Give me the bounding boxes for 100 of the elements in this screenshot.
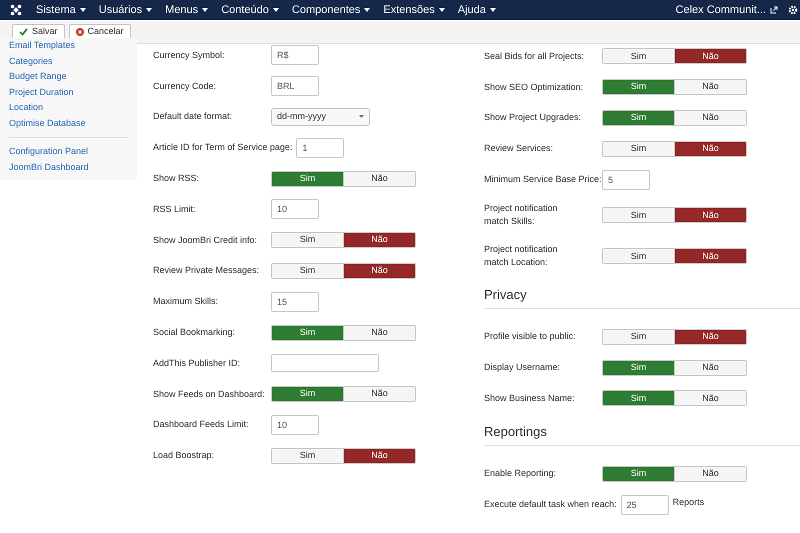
nav-menu[interactable]: Usuários — [98, 2, 152, 18]
no-option[interactable]: Não — [674, 49, 746, 64]
yes-option[interactable]: Sim — [272, 387, 343, 402]
field-label: RSS Limit: — [153, 202, 197, 216]
text-field[interactable] — [271, 354, 379, 372]
text-field[interactable]: 1 — [296, 138, 344, 158]
no-option[interactable]: Não — [343, 448, 415, 463]
field-label: AddThis Publisher ID: — [153, 356, 242, 370]
nav-menu[interactable]: Conteúdo — [221, 2, 279, 18]
nav-menu[interactable]: Menus — [165, 2, 208, 18]
yes-option[interactable]: Sim — [603, 142, 674, 156]
no-option[interactable]: Não — [674, 110, 746, 125]
sidebar-link[interactable]: Budget Range — [9, 69, 128, 84]
field-label: Seal Bids for all Projects: — [484, 50, 586, 63]
field-label: Review Private Messages: — [153, 264, 260, 278]
field-label: Profile visible to public: — [484, 330, 577, 344]
caret-icon — [364, 8, 370, 12]
field-label: Show RSS: — [153, 172, 200, 186]
no-option[interactable]: Não — [674, 142, 746, 156]
field-suffix: Reports — [672, 496, 704, 509]
sidebar-link[interactable]: Location — [9, 100, 128, 116]
yes-option[interactable]: Sim — [603, 208, 674, 222]
no-option[interactable]: Não — [674, 391, 746, 406]
yes-option[interactable]: Sim — [603, 249, 674, 264]
field-label: Social Bookmarking: — [153, 326, 236, 340]
field-label: Default date format: — [153, 110, 234, 124]
yes-option[interactable]: Sim — [272, 264, 343, 278]
field-label: Show JoomBri Credit info: — [153, 234, 258, 247]
section-heading: Reportings — [484, 422, 800, 446]
field-label: Maximum Skills: — [153, 295, 220, 308]
yes-option[interactable]: Sim — [272, 172, 343, 186]
text-field[interactable]: 10 — [271, 199, 319, 220]
nav-menu[interactable]: Componentes — [292, 2, 370, 18]
yes-option[interactable]: Sim — [272, 233, 343, 248]
sidebar-link[interactable]: Email Templates — [9, 38, 128, 54]
text-field[interactable]: BRL — [271, 76, 319, 96]
field-label: Project notification match Skills: — [484, 202, 559, 228]
text-field[interactable]: 10 — [271, 414, 319, 435]
yes-option[interactable]: Sim — [603, 391, 674, 406]
field-label: Currency Code: — [153, 80, 218, 93]
no-option[interactable]: Não — [343, 233, 415, 248]
no-option[interactable]: Não — [674, 360, 746, 375]
caret-icon — [490, 8, 496, 12]
date-format-select[interactable]: dd-mm-yyyy — [271, 108, 370, 126]
caret-icon — [146, 8, 152, 12]
caret-icon — [80, 8, 86, 12]
field-label: Article ID for Term of Service page: — [153, 141, 292, 154]
logo-icon[interactable] — [10, 4, 22, 16]
field-label: Enable Reporting: — [484, 467, 558, 480]
field-label: Load Boostrap: — [153, 449, 216, 462]
yes-option[interactable]: Sim — [603, 466, 674, 481]
yes-option[interactable]: Sim — [603, 49, 674, 64]
check-icon — [19, 28, 28, 36]
text-field[interactable]: 25 — [620, 494, 669, 515]
caret-icon — [438, 8, 445, 12]
sidebar-link[interactable]: JoomBri Dashboard — [9, 160, 128, 175]
no-option[interactable]: Não — [674, 466, 746, 481]
text-field[interactable]: 15 — [271, 292, 319, 312]
field-label: Dashboard Feeds Limit: — [153, 418, 250, 432]
nav-menu[interactable]: Extensões — [383, 2, 445, 18]
no-option[interactable]: Não — [674, 249, 746, 264]
field-label: Currency Symbol: — [153, 48, 226, 62]
text-field[interactable]: R$ — [271, 45, 319, 66]
no-option[interactable]: Não — [674, 208, 746, 222]
external-link-icon — [770, 6, 778, 14]
yes-option[interactable]: Sim — [603, 360, 674, 375]
caret-icon — [272, 8, 279, 12]
field-label: Show SEO Optimization: — [484, 80, 584, 94]
save-button[interactable]: Salvar — [12, 24, 65, 40]
yes-option[interactable]: Sim — [272, 448, 343, 463]
caret-icon — [202, 8, 208, 12]
no-option[interactable]: Não — [343, 264, 415, 278]
sidebar-link[interactable]: Optimise Database — [9, 116, 128, 131]
yes-option[interactable]: Sim — [272, 326, 343, 340]
text-field[interactable]: 5 — [602, 170, 650, 190]
no-option[interactable]: Não — [343, 326, 415, 340]
section-heading: Privacy — [484, 284, 800, 310]
sidebar-link[interactable]: Configuration Panel — [9, 144, 128, 160]
yes-option[interactable]: Sim — [603, 110, 674, 125]
no-option[interactable]: Não — [674, 330, 746, 344]
no-option[interactable]: Não — [343, 172, 415, 186]
nav-menu[interactable]: Sistema — [36, 2, 86, 18]
field-label: Project notification match Location: — [484, 243, 559, 270]
cancel-icon — [76, 28, 84, 36]
site-link[interactable]: Celex Communit... — [676, 2, 778, 18]
yes-option[interactable]: Sim — [603, 80, 674, 94]
settings-icon[interactable] — [788, 5, 798, 15]
field-label: Show Project Upgrades: — [484, 111, 582, 124]
field-label: Minimum Service Base Price: — [484, 173, 602, 186]
no-option[interactable]: Não — [674, 80, 746, 94]
caret-icon — [359, 115, 364, 118]
nav-menu[interactable]: Ajuda — [458, 2, 496, 18]
yes-option[interactable]: Sim — [603, 330, 674, 344]
field-label: Execute default task when reach: — [484, 498, 617, 512]
sidebar-link[interactable]: Categories — [9, 54, 128, 69]
field-label: Display Username: — [484, 361, 562, 374]
sidebar-link[interactable]: Project Duration — [9, 84, 128, 100]
field-label: Review Services: — [484, 142, 554, 156]
no-option[interactable]: Não — [343, 387, 415, 402]
cancel-button[interactable]: Cancelar — [68, 24, 131, 40]
